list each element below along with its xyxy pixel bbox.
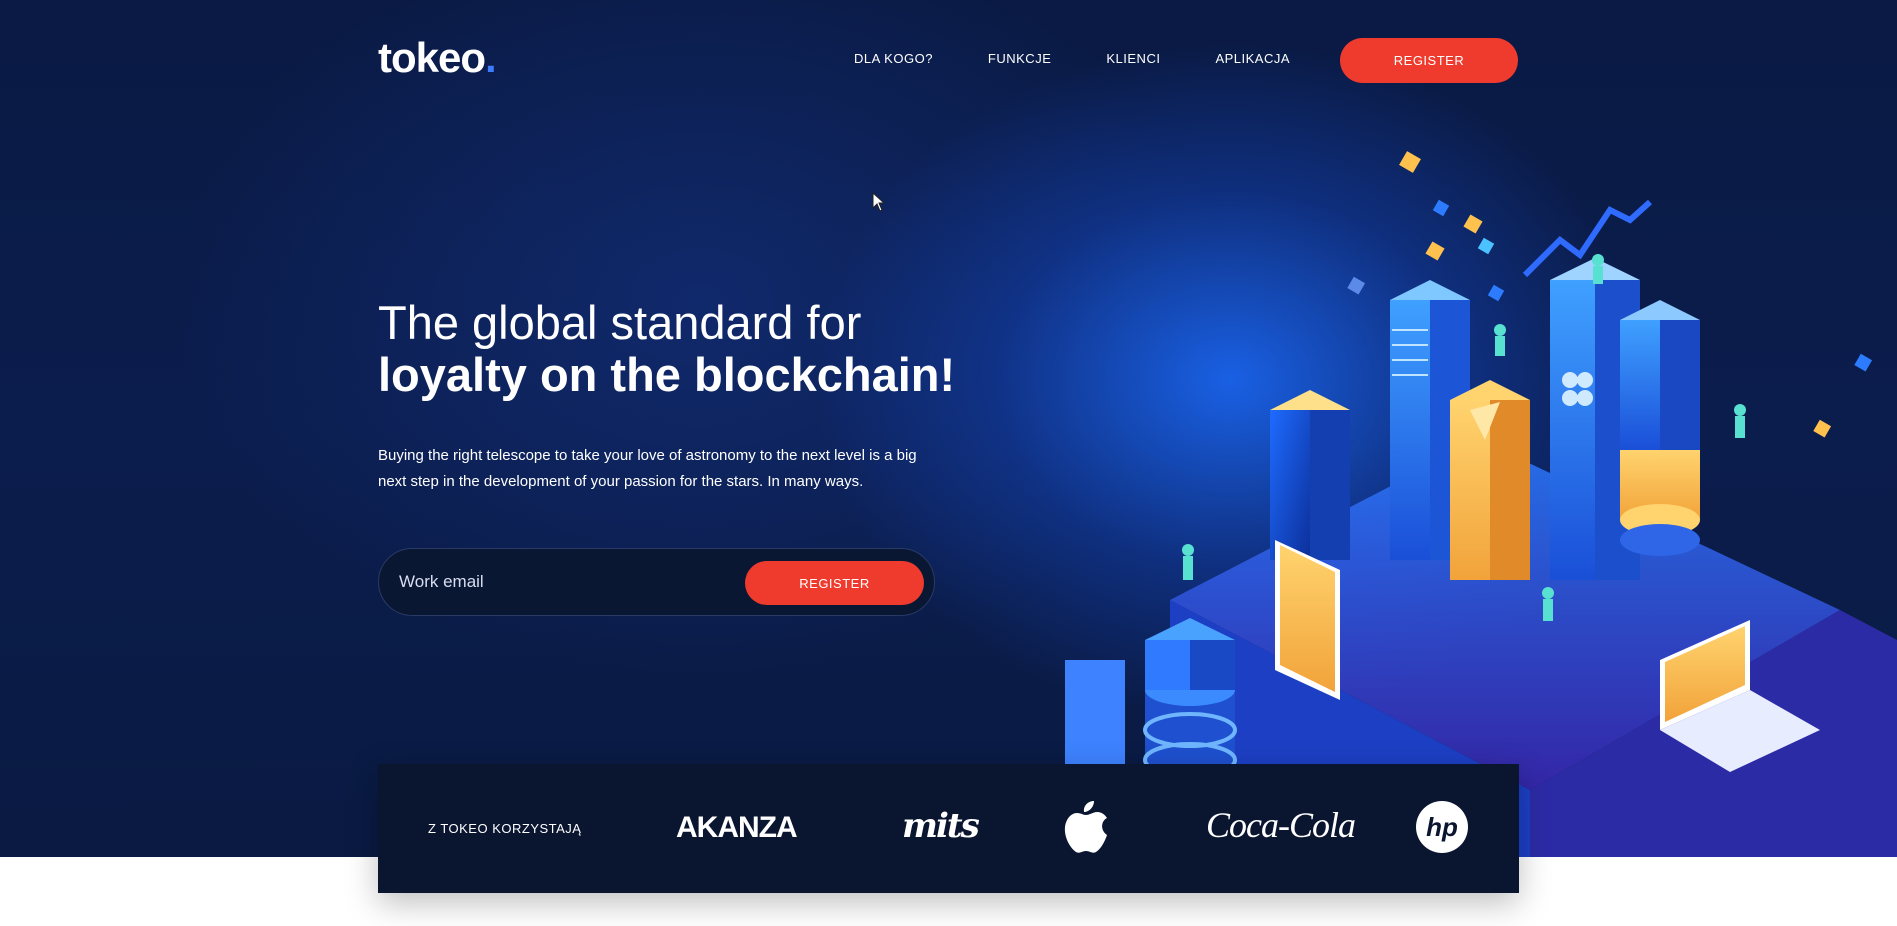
tower-center: [1450, 380, 1530, 580]
logo-text: tokeo: [378, 34, 486, 81]
email-signup-form: REGISTER: [378, 548, 935, 616]
clients-label: Z TOKEO KORZYSTAJĄ: [428, 821, 582, 836]
headline-bold: loyalty on the blockchain!: [378, 348, 956, 401]
tokeo-logo[interactable]: tokeo.: [378, 34, 497, 82]
clients-bar: Z TOKEO KORZYSTAJĄ AKANZA mits Coca-Cola…: [378, 764, 1519, 893]
form-register-button[interactable]: REGISTER: [745, 561, 924, 605]
akanza-logo[interactable]: AKANZA: [676, 811, 798, 845]
main-nav: DLA KOGO? FUNKCJE KLIENCI APLIKACJA: [854, 51, 1345, 67]
tower-back-left: [1270, 390, 1350, 560]
hero-section: tokeo. DLA KOGO? FUNKCJE KLIENCI APLIKAC…: [0, 0, 1897, 857]
header-register-button[interactable]: REGISTER: [1340, 38, 1518, 83]
hp-logo[interactable]: hp: [1415, 800, 1469, 854]
blockchain-city-illustration: [1065, 151, 1897, 857]
coca-cola-logo[interactable]: Coca-Cola: [1206, 804, 1356, 846]
work-email-input[interactable]: [399, 561, 729, 603]
mits-logo[interactable]: mits: [902, 806, 980, 846]
logo-dot: .: [485, 34, 497, 81]
nav-item-funkcje[interactable]: FUNKCJE: [988, 51, 1051, 67]
tower-far-right: [1620, 300, 1700, 556]
headline-light: The global standard for: [378, 296, 862, 349]
apple-logo[interactable]: [1063, 799, 1109, 855]
nav-item-klienci[interactable]: KLIENCI: [1106, 51, 1160, 67]
svg-text:hp: hp: [1426, 812, 1458, 842]
hero-headline: The global standard for loyalty on the b…: [378, 297, 955, 401]
lead-line-1: Buying the right telescope to take your …: [378, 447, 917, 464]
lead-line-2: next step in the development of your pas…: [378, 473, 864, 490]
nav-item-aplikacja[interactable]: APLIKACJA: [1215, 51, 1290, 67]
hero-lead: Buying the right telescope to take your …: [378, 443, 938, 495]
mouse-cursor-icon: [872, 192, 886, 212]
nav-item-dla-kogo[interactable]: DLA KOGO?: [854, 51, 933, 67]
